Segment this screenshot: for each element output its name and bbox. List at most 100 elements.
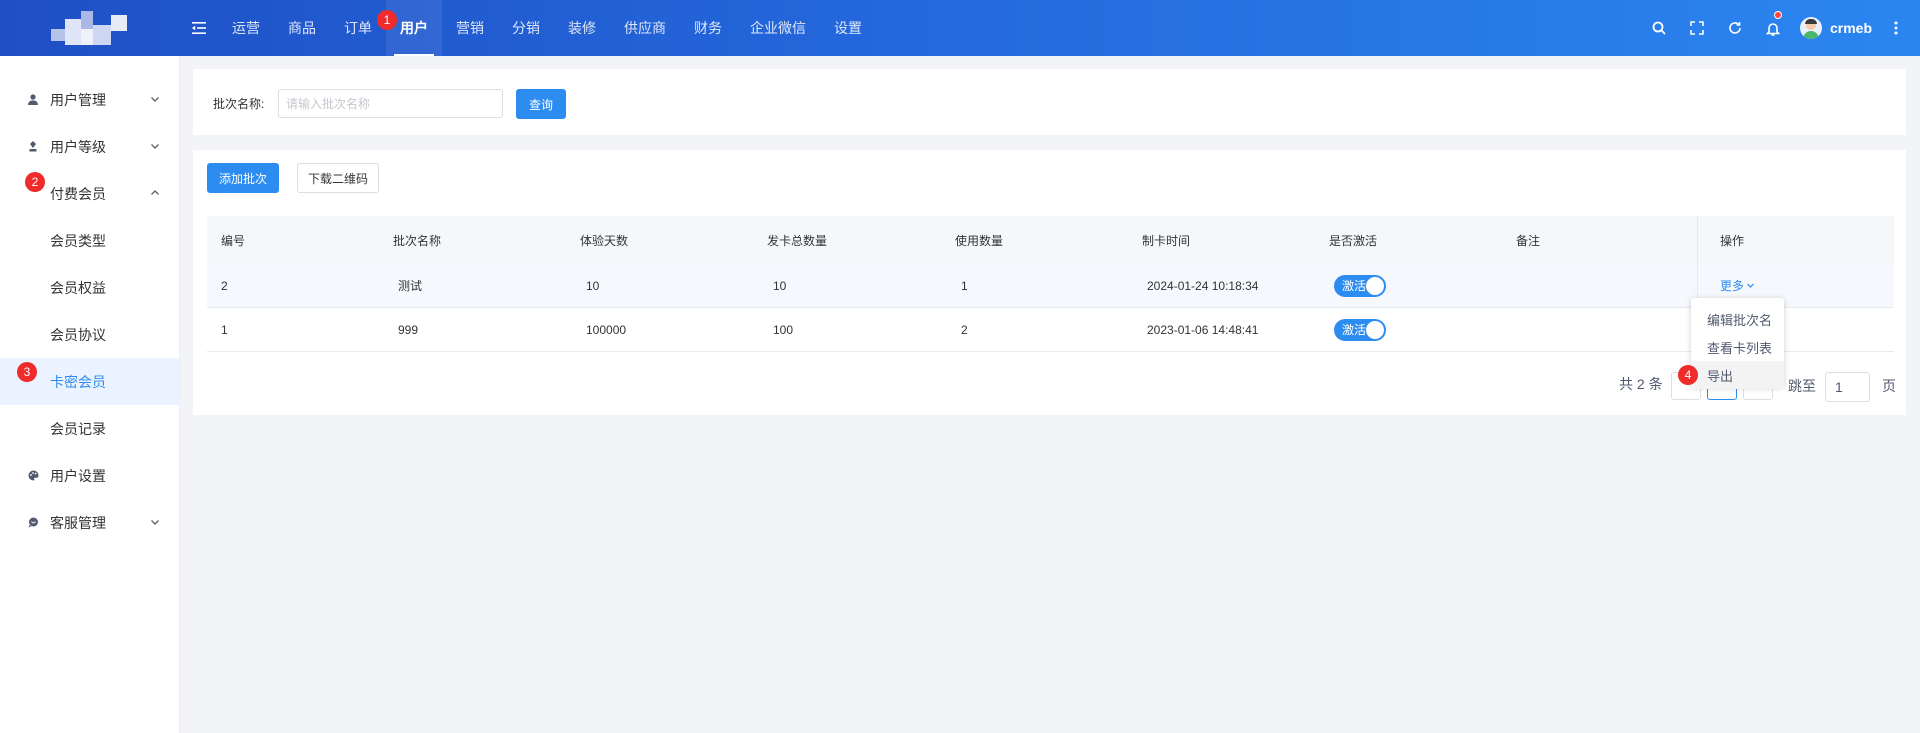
- cell-time: 2023-01-06 14:48:41: [1147, 322, 1259, 337]
- sidebar-item-member-benefits[interactable]: 会员权益: [0, 264, 179, 311]
- step-marker-1: 1: [377, 10, 397, 30]
- avatar: [1799, 17, 1822, 39]
- column-header: 是否激活: [1329, 233, 1378, 248]
- column-header: 发卡总数量: [767, 233, 828, 248]
- menu-collapse-icon[interactable]: [192, 21, 210, 35]
- more-vertical-icon[interactable]: [1886, 0, 1906, 56]
- username: crmeb: [1829, 20, 1872, 36]
- switch-label: 激活: [1342, 278, 1367, 293]
- batch-name-label: 批次名称:: [213, 97, 265, 111]
- switch-label: 激活: [1342, 322, 1367, 337]
- sidebar-item-label: 用户设置: [50, 467, 106, 484]
- cell-id: 1: [221, 322, 228, 337]
- search-icon[interactable]: [1640, 0, 1678, 56]
- sidebar-item-member-type[interactable]: 会员类型: [0, 217, 179, 264]
- dropdown-item-export[interactable]: 导出: [1691, 361, 1784, 389]
- pagination-goto-input[interactable]: [1825, 372, 1870, 402]
- sidebar-item-user-settings[interactable]: 用户设置: [0, 452, 179, 499]
- cell-batch-name: 999: [398, 322, 419, 337]
- column-header: 编号: [221, 233, 246, 248]
- column-header: 使用数量: [955, 233, 1004, 248]
- nav-item-products[interactable]: 商品: [274, 0, 330, 56]
- dropdown-item-edit-batch-name[interactable]: 编辑批次名: [1691, 305, 1784, 333]
- nav-item-wecom[interactable]: 企业微信: [736, 0, 820, 56]
- nav-item-decoration[interactable]: 装修: [554, 0, 610, 56]
- download-qr-button[interactable]: 下载二维码: [297, 163, 379, 193]
- user-menu[interactable]: crmeb: [1799, 17, 1886, 39]
- refresh-icon[interactable]: [1716, 0, 1754, 56]
- cell-days: 10: [586, 278, 600, 293]
- cell-time: 2024-01-24 10:18:34: [1147, 278, 1259, 293]
- column-header: 批次名称: [393, 233, 442, 248]
- column-divider: [1697, 216, 1698, 264]
- user-icon: [26, 93, 40, 107]
- batch-table-panel: 添加批次 下载二维码 编号 批次名称 体验天数 发卡总数量 使用数量 制卡时间 …: [193, 150, 1906, 415]
- top-header: 运营 商品 订单 用户 营销 分销 装修 供应商 财务 企业微信 设置 crme…: [0, 0, 1920, 56]
- logo[interactable]: [0, 0, 180, 56]
- sidebar-item-label: 付费会员: [50, 185, 106, 202]
- cell-total: 10: [773, 278, 787, 293]
- more-actions-link[interactable]: 更多: [1720, 277, 1755, 294]
- nav-item-operations[interactable]: 运营: [218, 0, 274, 56]
- nav-item-users[interactable]: 用户: [386, 0, 442, 56]
- cell-batch-name: 测试: [398, 279, 423, 293]
- column-header: 操作: [1720, 233, 1745, 248]
- notification-dot: [1773, 11, 1782, 19]
- sidebar-item-user-management[interactable]: 用户管理: [0, 76, 179, 123]
- table-header: 编号 批次名称 体验天数 发卡总数量 使用数量 制卡时间 是否激活 备注 操作: [207, 216, 1894, 264]
- cell-used: 2: [961, 322, 968, 337]
- table-row: 1 999 100000 100 2 2023-01-06 14:48:41 激…: [207, 308, 1894, 352]
- sidebar-item-member-records[interactable]: 会员记录: [0, 405, 179, 452]
- chevron-down-icon: [1747, 283, 1754, 288]
- column-header: 制卡时间: [1142, 233, 1191, 248]
- sidebar-item-label: 客服管理: [50, 514, 106, 531]
- cell-id: 2: [221, 278, 228, 293]
- sidebar-item-user-level[interactable]: 用户等级: [0, 123, 179, 170]
- cell-total: 100: [773, 322, 794, 337]
- pagination-goto-label: 跳至: [1788, 378, 1816, 394]
- chat-icon: [26, 516, 40, 530]
- chevron-up-icon: [151, 190, 159, 195]
- nav-item-marketing[interactable]: 营销: [442, 0, 498, 56]
- nav-item-settings[interactable]: 设置: [820, 0, 876, 56]
- nav-item-orders[interactable]: 订单: [330, 0, 386, 56]
- sidebar-item-label: 用户管理: [50, 91, 106, 108]
- sidebar: 用户管理 用户等级 付费会员 会员类型 会员权益 会员协议 卡密会员 会员记录 …: [0, 56, 180, 733]
- nav-item-finance[interactable]: 财务: [680, 0, 736, 56]
- table-row: 2 测试 10 10 1 2024-01-24 10:18:34 激活 更多: [207, 264, 1894, 308]
- more-label: 更多: [1720, 279, 1745, 293]
- step-marker-4: 4: [1678, 365, 1698, 385]
- logo-mark: [45, 9, 135, 47]
- sidebar-item-member-agreement[interactable]: 会员协议: [0, 311, 179, 358]
- sidebar-item-customer-service[interactable]: 客服管理: [0, 499, 179, 546]
- more-actions-dropdown: 编辑批次名 查看卡列表 导出: [1691, 298, 1784, 389]
- palette-icon: [26, 469, 40, 483]
- bell-icon[interactable]: [1754, 0, 1792, 56]
- header-tools: crmeb: [1640, 0, 1920, 56]
- active-switch-cell: 激活: [1334, 308, 1386, 351]
- search-panel: 批次名称: 查询: [193, 69, 1906, 135]
- active-switch[interactable]: 激活: [1334, 318, 1386, 341]
- chevron-down-icon: [151, 520, 159, 525]
- add-batch-button[interactable]: 添加批次: [207, 163, 279, 193]
- batch-name-input[interactable]: [278, 89, 503, 118]
- active-switch[interactable]: 激活: [1334, 274, 1386, 297]
- cell-days: 100000: [586, 322, 627, 337]
- chevron-down-icon: [151, 97, 159, 102]
- chevron-down-icon: [151, 144, 159, 149]
- pagination-page-suffix: 页: [1882, 378, 1896, 394]
- query-button[interactable]: 查询: [516, 89, 566, 119]
- step-marker-2: 2: [25, 172, 45, 192]
- fullscreen-icon[interactable]: [1678, 0, 1716, 56]
- pagination-total: 共 2 条: [1619, 376, 1663, 392]
- nav-item-distribution[interactable]: 分销: [498, 0, 554, 56]
- column-header: 体验天数: [580, 233, 629, 248]
- active-switch-cell: 激活: [1334, 264, 1386, 307]
- cell-used: 1: [961, 278, 968, 293]
- level-icon: [26, 140, 40, 154]
- batch-table: 编号 批次名称 体验天数 发卡总数量 使用数量 制卡时间 是否激活 备注 操作 …: [207, 216, 1894, 352]
- column-header: 备注: [1516, 233, 1541, 248]
- dropdown-item-view-card-list[interactable]: 查看卡列表: [1691, 333, 1784, 361]
- nav-item-suppliers[interactable]: 供应商: [610, 0, 680, 56]
- step-marker-3: 3: [17, 362, 37, 382]
